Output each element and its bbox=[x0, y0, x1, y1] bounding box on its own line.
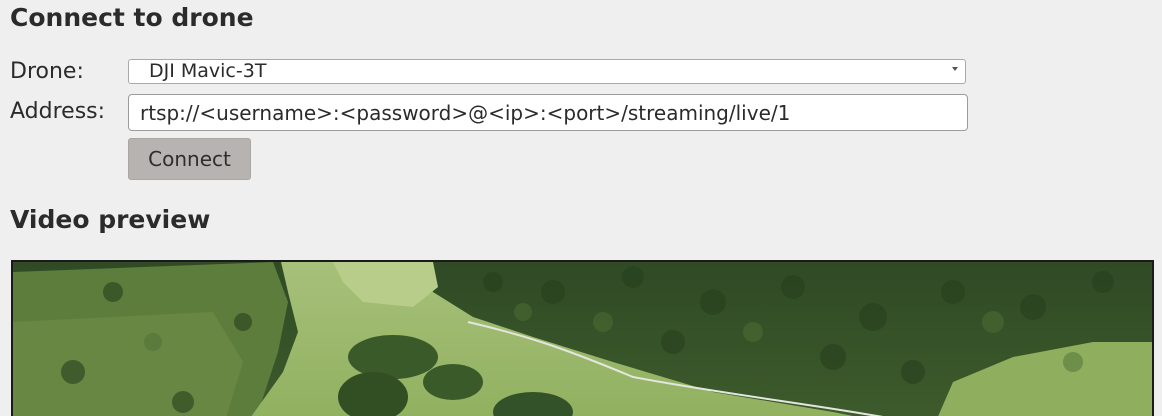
video-preview-image bbox=[13, 262, 1152, 416]
drone-select[interactable]: DJI Mavic-3T bbox=[128, 59, 966, 84]
video-section-title: Video preview bbox=[10, 205, 211, 234]
video-preview bbox=[11, 260, 1154, 416]
drone-connect-page: Connect to drone Drone: DJI Mavic-3T Add… bbox=[0, 0, 1162, 416]
drone-label: Drone: bbox=[10, 59, 84, 84]
connect-section-title: Connect to drone bbox=[10, 3, 254, 32]
address-input[interactable] bbox=[128, 94, 968, 131]
address-label: Address: bbox=[10, 99, 106, 124]
connect-button[interactable]: Connect bbox=[128, 138, 251, 180]
drone-select-value: DJI Mavic-3T bbox=[149, 60, 267, 82]
chevron-down-icon bbox=[952, 67, 958, 71]
